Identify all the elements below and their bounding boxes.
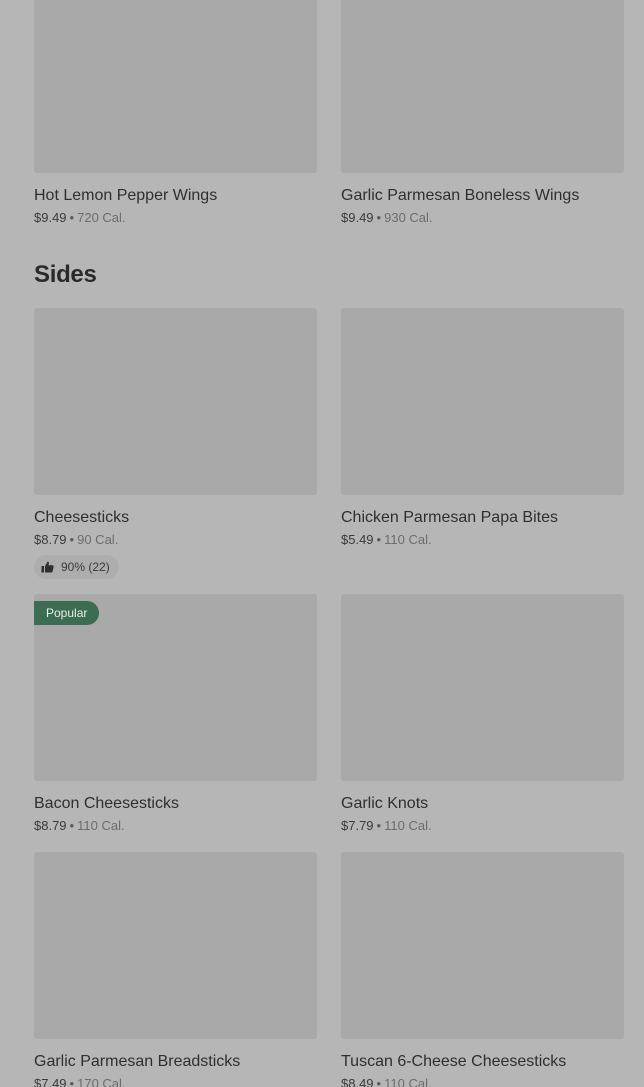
meta-separator: • — [376, 1076, 382, 1087]
meta-separator: • — [69, 1076, 75, 1087]
menu-item-meta: $7.79 • 110 Cal. — [341, 817, 624, 835]
menu-item-calories: 110 Cal. — [384, 532, 432, 547]
menu-item-name: Cheesesticks — [34, 509, 130, 526]
menu-item-price: $8.79 — [34, 532, 67, 547]
meta-separator: • — [69, 532, 75, 547]
menu-page: Hot Lemon Pepper Wings $9.49 • 720 Cal. Ga… — [0, 0, 644, 1087]
menu-item-image — [34, 852, 317, 1039]
menu-item-meta: $8.79 • 110 Cal. — [34, 817, 317, 835]
menu-item-meta: $5.49 • 110 Cal. — [341, 531, 624, 549]
menu-item-name: Garlic Knots — [341, 795, 429, 812]
menu-item-image: Popular — [34, 594, 317, 781]
menu-item-name: Garlic Parmesan Breadsticks — [34, 1053, 241, 1070]
menu-item-meta: $9.49 • 930 Cal. — [341, 209, 624, 227]
menu-item-calories: 110 Cal. — [77, 818, 125, 833]
menu-item-card[interactable]: Popular Bacon Cheesesticks $8.79 • 110 Cal… — [34, 594, 317, 835]
menu-item-price: $7.79 — [341, 818, 374, 833]
menu-item-image — [341, 852, 624, 1039]
menu-item-card[interactable]: Hot Lemon Pepper Wings $9.49 • 720 Cal. — [34, 0, 317, 227]
menu-item-name: Tuscan 6-Cheese Cheesesticks — [341, 1053, 567, 1070]
meta-separator: • — [376, 210, 382, 225]
meta-separator: • — [376, 818, 382, 833]
menu-item-card[interactable]: Cheesesticks $8.79 • 90 Cal. 90% (22) — [34, 308, 317, 579]
menu-item-price: $9.49 — [341, 210, 374, 225]
menu-item-meta: $9.49 • 720 Cal. — [34, 209, 317, 227]
menu-item-card[interactable]: Tuscan 6-Cheese Cheesesticks $8.49 • 110 C… — [341, 852, 624, 1087]
menu-item-name: Bacon Cheesesticks — [34, 795, 179, 812]
menu-item-image — [341, 594, 624, 781]
menu-item-price: $7.49 — [34, 1076, 67, 1087]
menu-item-calories: 930 Cal. — [384, 210, 433, 225]
menu-item-name: Chicken Parmesan Papa Bites — [341, 509, 558, 526]
menu-item-calories: 110 Cal. — [384, 818, 432, 833]
section-title-sides: Sides — [34, 261, 97, 288]
meta-separator: • — [69, 818, 75, 833]
popular-badge: Popular — [34, 601, 100, 625]
menu-item-card[interactable]: Garlic Knots $7.79 • 110 Cal. — [341, 594, 624, 835]
rating-text: 90% (22) — [61, 560, 110, 574]
menu-item-name: Garlic Parmesan Boneless Wings — [341, 187, 580, 204]
menu-item-card[interactable]: Chicken Parmesan Papa Bites $5.49 • 110 Ca… — [341, 308, 624, 549]
menu-item-calories: 170 Cal. — [77, 1076, 126, 1087]
menu-item-image — [341, 0, 624, 173]
meta-separator: • — [376, 532, 382, 547]
menu-item-image — [34, 308, 317, 495]
menu-item-price: $8.49 — [341, 1076, 374, 1087]
thumbs-up-icon — [41, 561, 54, 573]
menu-item-card[interactable]: Garlic Parmesan Breadsticks $7.49 • 170 Ca… — [34, 852, 317, 1087]
menu-item-calories: 720 Cal. — [77, 210, 126, 225]
menu-item-image — [34, 0, 317, 173]
menu-item-price: $8.79 — [34, 818, 67, 833]
menu-item-meta: $7.49 • 170 Cal. — [34, 1075, 317, 1087]
rating-badge: 90% (22) — [34, 555, 119, 579]
menu-item-meta: $8.49 • 110 Cal. — [341, 1075, 624, 1087]
menu-item-calories: 110 Cal. — [384, 1076, 432, 1087]
menu-item-price: $5.49 — [341, 532, 374, 547]
menu-item-name: Hot Lemon Pepper Wings — [34, 187, 218, 204]
menu-item-card[interactable]: Garlic Parmesan Boneless Wings $9.49 • 930… — [341, 0, 624, 227]
menu-item-image — [341, 308, 624, 495]
meta-separator: • — [69, 210, 75, 225]
menu-item-meta: $8.79 • 90 Cal. — [34, 531, 317, 549]
menu-item-price: $9.49 — [34, 210, 67, 225]
menu-item-calories: 90 Cal. — [77, 532, 119, 547]
